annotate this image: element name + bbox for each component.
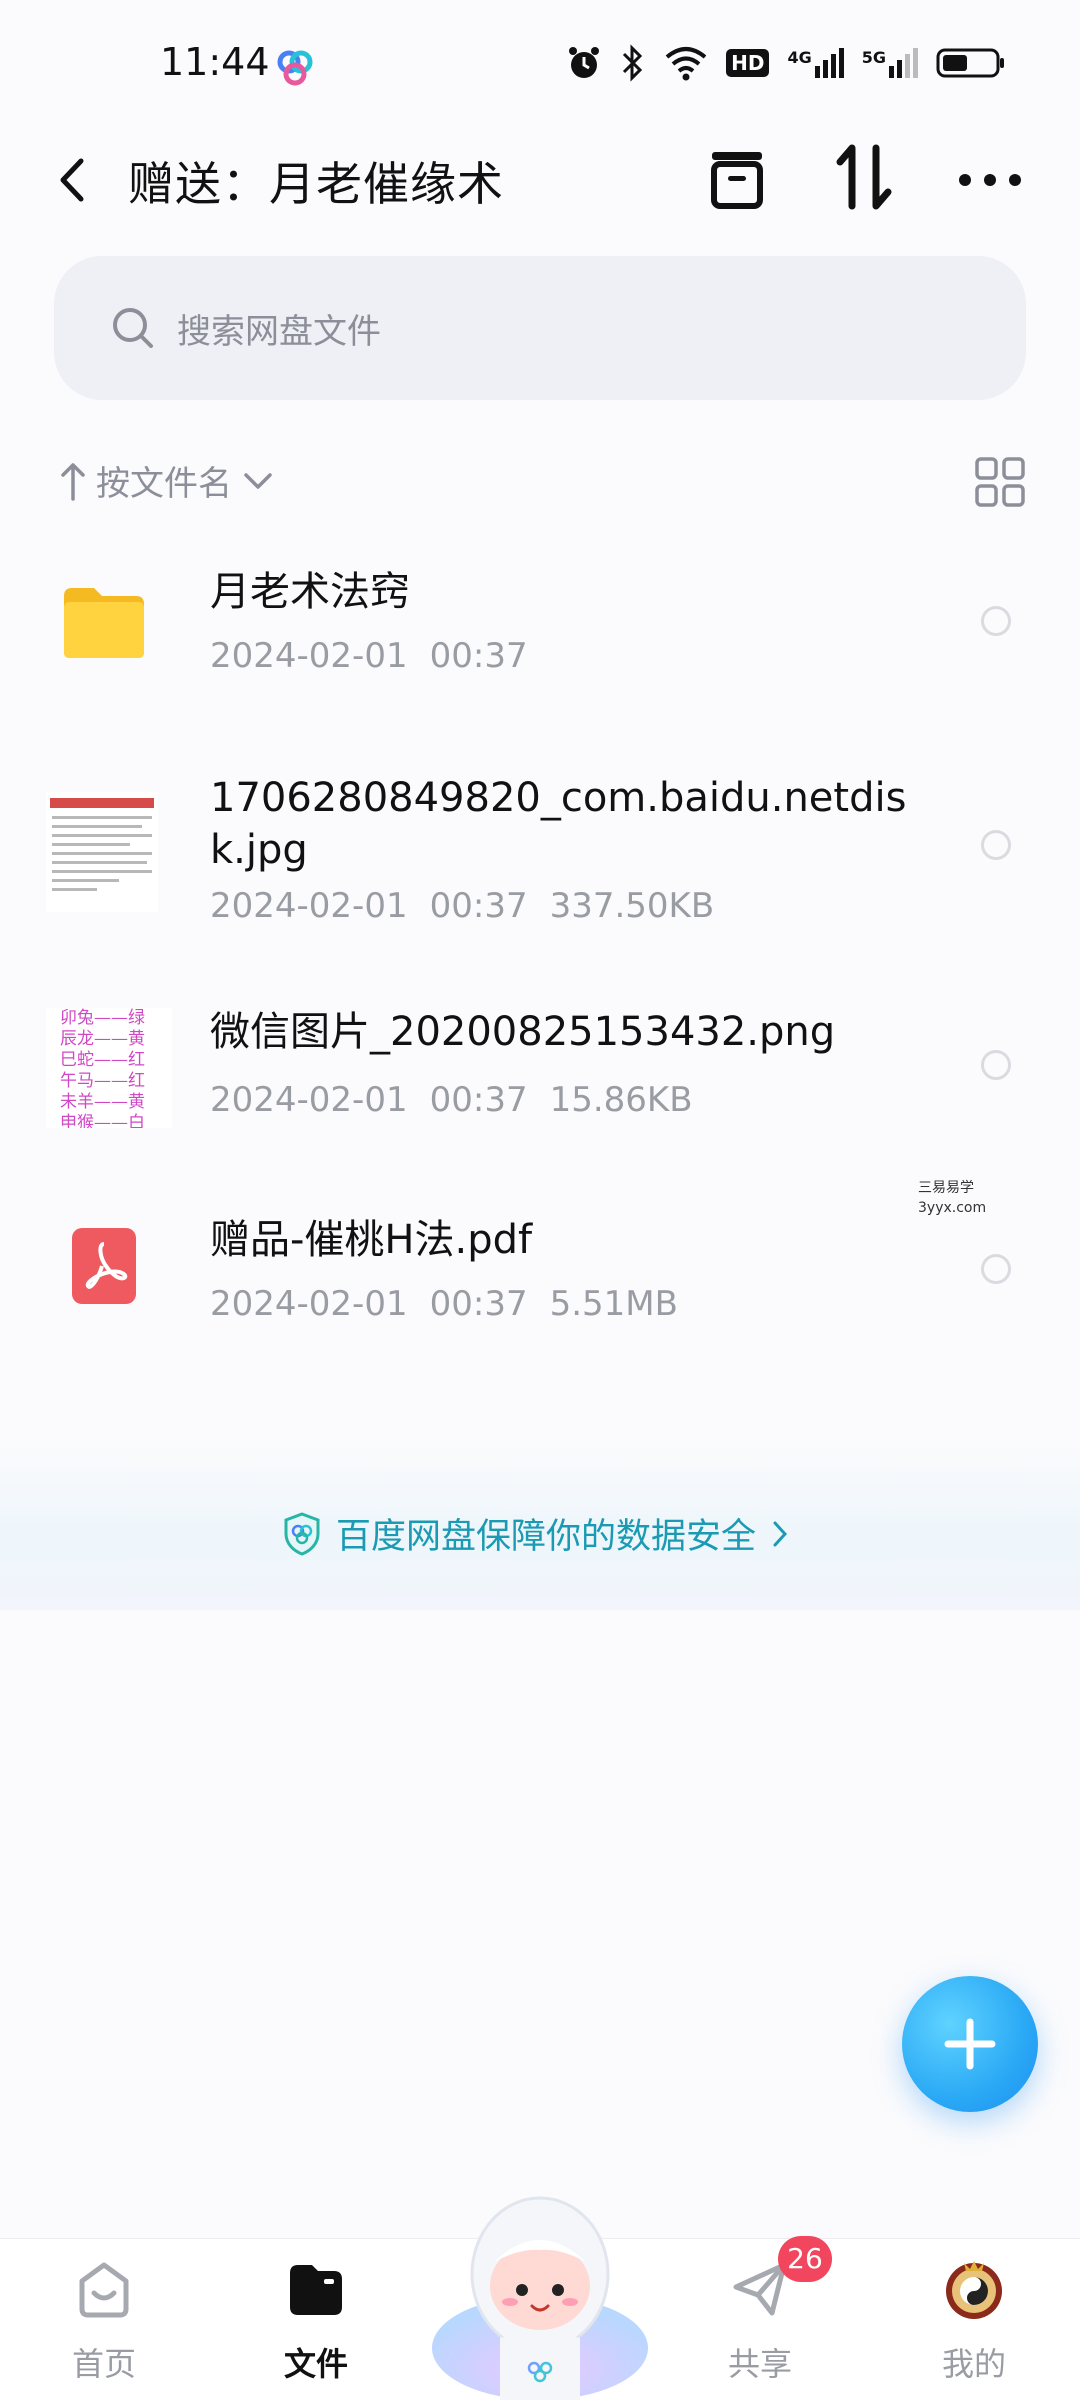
file-name: 微信图片_20200825153432.png [210, 1009, 836, 1055]
hd-voice-icon: HD [726, 49, 770, 77]
file-name: 月老术法窍 [210, 569, 410, 615]
search-icon [113, 308, 153, 348]
wifi-icon [665, 47, 707, 81]
file-time: 00:37 [429, 886, 528, 926]
file-time: 00:37 [429, 1080, 528, 1120]
nav-label: 首页 [71, 2345, 136, 2383]
file-size: 337.50KB [549, 886, 715, 926]
watermark: 三易易学 3yyx.com [918, 1178, 986, 1218]
nav-label: 文件 [283, 2345, 348, 2383]
image-thumbnail: 卯兔——绿 辰龙——黄 巳蛇——红 午马——红 未羊——黄 申猴——白 [46, 1008, 172, 1128]
archive-box-icon[interactable] [702, 144, 772, 214]
home-icon [79, 2262, 129, 2318]
notification-badge: 26 [778, 2236, 832, 2282]
baidu-netdisk-status-icon [277, 50, 313, 86]
image-thumbnail [46, 792, 158, 912]
status-icons: HD 4G 5G [566, 44, 1006, 82]
battery-icon [936, 48, 1004, 78]
file-row-image[interactable]: 1706280849820_com.baidu.netdisk.jpg 2024… [0, 760, 1080, 940]
nav-item-home[interactable]: 首页 [34, 2239, 174, 2401]
pdf-icon [72, 1228, 136, 1304]
chevron-right-icon [773, 1521, 788, 1546]
folder-icon [64, 588, 144, 658]
file-name: 赠品-催桃H法.pdf [210, 1217, 533, 1263]
mascot-assistant-icon[interactable] [430, 2178, 650, 2400]
file-time: 00:37 [429, 636, 528, 676]
page-title: 赠送：月老催缘术 [128, 157, 504, 211]
nav-item-files[interactable]: 文件 [246, 2239, 386, 2401]
thumbnail-text-line: 申猴——白 [60, 1113, 145, 1128]
back-arrow-icon [60, 158, 84, 202]
file-date: 2024-02-01 [210, 1080, 408, 1120]
folder-icon [290, 2265, 342, 2315]
thumbnail-text-line: 辰龙——黄 [60, 1029, 145, 1049]
sort-ascending-icon [61, 462, 85, 501]
sort-by-name-dropdown[interactable]: 按文件名 [58, 456, 276, 505]
nav-label: 我的 [941, 2345, 1006, 2383]
security-text: 百度网盘保障你的数据安全 [336, 1517, 757, 1557]
file-meta: 2024-02-01 00:37 15.86KB [210, 1080, 693, 1120]
sort-label: 按文件名 [96, 464, 232, 504]
bluetooth-icon [623, 44, 643, 82]
chevron-down-icon [244, 472, 272, 489]
file-size: 15.86KB [549, 1080, 693, 1120]
file-time: 00:37 [429, 1284, 528, 1324]
file-date: 2024-02-01 [210, 1284, 408, 1324]
file-date: 2024-02-01 [210, 636, 408, 676]
file-name: 1706280849820_com.baidu.netdisk.jpg [210, 775, 907, 873]
select-checkbox[interactable] [981, 1050, 1011, 1080]
search-placeholder: 搜索网盘文件 [177, 311, 381, 352]
signal-5g-icon: 5G [862, 48, 918, 78]
shield-icon [284, 1511, 320, 1556]
file-meta: 2024-02-01 00:37 5.51MB [210, 1284, 678, 1324]
signal-4g-icon: 4G [787, 48, 844, 78]
file-date: 2024-02-01 [210, 886, 408, 926]
network-5g-label: 5G [861, 48, 886, 67]
network-4g-label: 4G [787, 48, 812, 67]
nav-label: 共享 [727, 2345, 792, 2383]
plus-icon [944, 2018, 996, 2070]
alarm-icon [569, 47, 600, 78]
back-button[interactable] [44, 145, 100, 215]
select-checkbox[interactable] [981, 606, 1011, 636]
file-row-image[interactable]: 卯兔——绿 辰龙——黄 巳蛇——红 午马——红 未羊——黄 申猴——白 微信图片_2020… [0, 990, 1080, 1140]
sort-arrows-icon[interactable] [830, 140, 900, 214]
add-button[interactable] [902, 1976, 1038, 2112]
file-meta: 2024-02-01 00:37 337.50KB [210, 886, 714, 926]
select-checkbox[interactable] [981, 1254, 1011, 1284]
grid-view-icon[interactable] [974, 456, 1026, 508]
thumbnail-text-line: 巳蛇——红 [60, 1050, 145, 1070]
nav-item-profile[interactable]: 我的 [904, 2239, 1044, 2401]
search-input[interactable]: 搜索网盘文件 [54, 256, 1026, 400]
file-row-folder[interactable]: 月老术法窍 2024-02-01 00:37 [0, 540, 1080, 700]
watermark-line: 3yyx.com [918, 1200, 987, 1216]
status-time: 11:44 [160, 40, 270, 84]
select-checkbox[interactable] [981, 830, 1011, 860]
security-link[interactable]: 百度网盘保障你的数据安全 [282, 1508, 790, 1559]
thumbnail-text-line: 未羊——黄 [60, 1092, 145, 1112]
thumbnail-text-line: 午马——红 [60, 1071, 145, 1091]
thumbnail-text-line: 卯兔——绿 [60, 1008, 145, 1028]
file-meta: 2024-02-01 00:37 [210, 636, 528, 676]
profile-avatar-icon [946, 2261, 1002, 2319]
file-size: 5.51MB [549, 1284, 678, 1324]
watermark-line: 三易易学 [918, 1180, 974, 1196]
more-dots-icon[interactable] [955, 150, 1025, 210]
